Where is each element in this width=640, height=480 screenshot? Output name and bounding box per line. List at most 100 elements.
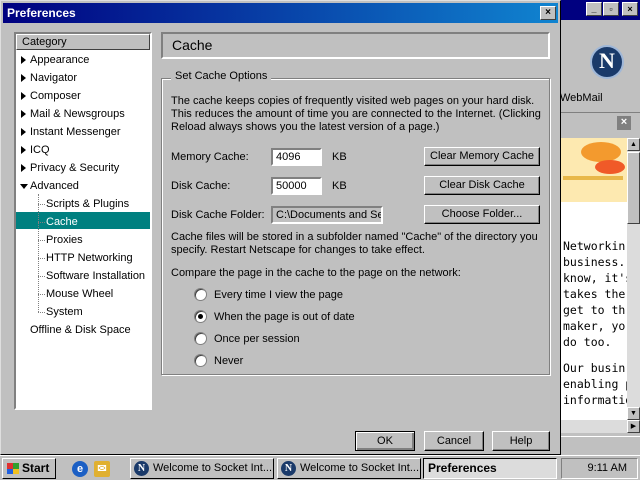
clear-disk-cache-button[interactable]: Clear Disk Cache: [424, 176, 540, 195]
close-tab-icon[interactable]: ×: [617, 116, 631, 130]
category-header[interactable]: Category: [16, 34, 150, 50]
page-banner-image: [561, 138, 627, 202]
choose-folder-button[interactable]: Choose Folder...: [424, 205, 540, 224]
background-browser-window: _ ▫ × N WebMail × Networkin business. kn…: [556, 0, 640, 455]
category-instant-messenger[interactable]: Instant Messenger: [30, 124, 121, 141]
category-http-networking[interactable]: HTTP Networking: [46, 250, 133, 267]
minimize-button[interactable]: _: [586, 2, 602, 16]
category-cache[interactable]: Cache: [46, 214, 78, 231]
netscape-icon: N: [134, 461, 149, 476]
start-label: Start: [22, 461, 50, 475]
category-scripts-plugins[interactable]: Scripts & Plugins: [46, 196, 129, 213]
taskbar-item-preferences[interactable]: Preferences: [423, 458, 557, 479]
radio-label: Once per session: [214, 333, 300, 345]
selection-highlight: [16, 212, 150, 229]
start-button[interactable]: Start: [2, 458, 56, 479]
expand-icon[interactable]: [20, 124, 28, 141]
category-offline-disk-space[interactable]: Offline & Disk Space: [30, 322, 131, 339]
category-advanced[interactable]: Advanced: [30, 178, 79, 195]
collapse-icon[interactable]: [20, 178, 28, 195]
dialog-close-button[interactable]: ×: [540, 6, 556, 20]
expand-icon[interactable]: [20, 142, 28, 159]
outlook-express-icon[interactable]: ✉: [94, 461, 110, 477]
category-navigator[interactable]: Navigator: [30, 70, 77, 87]
browser-title-bar: _ ▫ ×: [556, 0, 640, 20]
scroll-right-icon[interactable]: ▶: [627, 420, 640, 433]
expand-icon[interactable]: [20, 88, 28, 105]
internet-explorer-icon[interactable]: e: [72, 461, 88, 477]
page-text-line: maker, yo: [563, 319, 626, 333]
category-software-installation[interactable]: Software Installation: [46, 268, 145, 285]
category-appearance[interactable]: Appearance: [30, 52, 89, 69]
memory-cache-input[interactable]: 4096: [271, 148, 322, 166]
expand-icon[interactable]: [20, 106, 28, 123]
category-mail-newsgroups[interactable]: Mail & Newsgroups: [30, 106, 125, 123]
page-text-line: Our busin: [563, 361, 626, 375]
scroll-thumb[interactable]: [627, 152, 640, 224]
category-tree[interactable]: Category Appearance Navigator Composer M…: [14, 32, 152, 410]
intro-line: The cache keeps copies of frequently vis…: [171, 95, 535, 107]
close-button[interactable]: ×: [622, 2, 638, 16]
system-tray: 9:11 AM: [561, 458, 638, 479]
clock[interactable]: 9:11 AM: [587, 462, 627, 474]
cancel-button[interactable]: Cancel: [424, 431, 484, 451]
maximize-button[interactable]: ▫: [603, 2, 619, 16]
cache-folder-field[interactable]: C:\Documents and Se: [271, 206, 383, 224]
help-button[interactable]: Help: [492, 431, 550, 451]
dialog-title: Preferences: [7, 6, 76, 20]
disk-cache-label: Disk Cache:: [171, 180, 231, 192]
webmail-link[interactable]: WebMail: [560, 92, 640, 108]
category-icq[interactable]: ICQ: [30, 142, 50, 159]
intro-line: Reload always shows you the latest versi…: [171, 121, 440, 133]
taskbar-item-welcome-1[interactable]: N Welcome to Socket Int...: [130, 458, 274, 479]
radio-button-selected[interactable]: [194, 310, 207, 323]
clear-memory-cache-button[interactable]: Clear Memory Cache: [424, 147, 540, 166]
netscape-logo-icon[interactable]: N: [590, 45, 624, 79]
category-system[interactable]: System: [46, 304, 83, 321]
cache-folder-label: Disk Cache Folder:: [171, 209, 265, 221]
intro-line: This reduces the amount of time you are …: [171, 108, 541, 120]
radio-label: Never: [214, 355, 244, 367]
dialog-title-bar[interactable]: Preferences ×: [3, 3, 558, 23]
memory-cache-label: Memory Cache:: [171, 151, 249, 163]
intro-text: The cache keeps copies of frequently vis…: [171, 95, 543, 134]
windows-flag-icon: [7, 463, 19, 474]
expand-icon[interactable]: [20, 70, 28, 87]
vertical-scrollbar[interactable]: ▲ ▼: [627, 138, 640, 420]
expand-icon[interactable]: [20, 52, 28, 69]
radio-button[interactable]: [194, 354, 207, 367]
page-title: Cache: [161, 32, 550, 59]
category-mouse-wheel[interactable]: Mouse Wheel: [46, 286, 113, 303]
preferences-dialog: Preferences × Category Appearance Naviga…: [0, 0, 561, 455]
task-label: Preferences: [428, 461, 497, 475]
web-page-content: Networkin business. know, it's takes the…: [561, 138, 627, 420]
page-text-line: enabling p: [563, 377, 627, 391]
folder-note-line: specify. Restart Netscape for changes to…: [171, 244, 425, 256]
webmail-label: WebMail: [560, 92, 603, 104]
horizontal-scrollbar[interactable]: ▶: [561, 420, 640, 433]
scroll-up-icon[interactable]: ▲: [627, 138, 640, 151]
page-text-line: informatio: [563, 393, 627, 407]
browser-status-bar: [556, 436, 640, 455]
radio-button[interactable]: [194, 288, 207, 301]
expand-icon[interactable]: [20, 160, 28, 177]
page-text-line: get to th: [563, 303, 626, 317]
taskbar-item-welcome-2[interactable]: N Welcome to Socket Int...: [277, 458, 421, 479]
category-proxies[interactable]: Proxies: [46, 232, 83, 249]
page-text: Networkin business. know, it's takes the…: [563, 238, 627, 408]
memory-cache-unit: KB: [332, 151, 347, 163]
page-text-line: know, it's: [563, 271, 627, 285]
taskbar: Start e ✉ N Welcome to Socket Int... N W…: [0, 455, 640, 480]
page-text-line: takes the: [563, 287, 626, 301]
group-label: Set Cache Options: [171, 70, 272, 82]
ok-button[interactable]: OK: [355, 431, 415, 451]
scroll-down-icon[interactable]: ▼: [627, 407, 640, 420]
folder-note: Cache files will be stored in a subfolde…: [171, 231, 543, 257]
disk-cache-input[interactable]: 50000: [271, 177, 322, 195]
folder-note-line: Cache files will be stored in a subfolde…: [171, 231, 538, 243]
category-privacy-security[interactable]: Privacy & Security: [30, 160, 119, 177]
page-text-line: do too.: [563, 335, 612, 349]
task-label: Welcome to Socket Int...: [153, 462, 273, 474]
category-composer[interactable]: Composer: [30, 88, 81, 105]
radio-button[interactable]: [194, 332, 207, 345]
